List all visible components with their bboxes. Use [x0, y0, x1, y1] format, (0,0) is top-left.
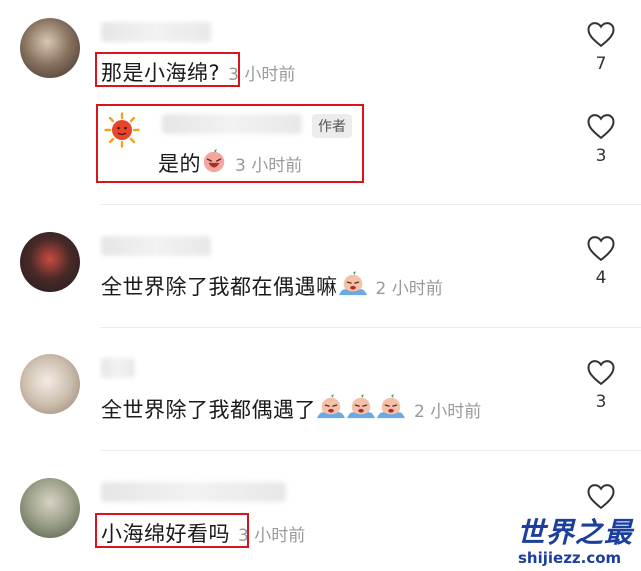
avatar[interactable] [20, 354, 80, 414]
heart-outline-icon [587, 22, 615, 48]
crying-emoji-icon [316, 394, 346, 424]
heart-outline-icon [587, 484, 615, 510]
username-blurred[interactable] [101, 236, 211, 256]
comment-time: 3 小时前 [235, 155, 303, 176]
sun-avatar[interactable] [104, 112, 140, 148]
comment-text: 全世界除了我都偶遇了 [101, 398, 316, 422]
like-count: 3 [595, 146, 607, 166]
username-blurred[interactable] [101, 482, 286, 502]
sun-icon [104, 112, 140, 148]
like-button[interactable]: 3 [582, 112, 620, 166]
highlight-box [95, 513, 249, 548]
like-button[interactable]: 7 [582, 20, 620, 74]
like-count: 3 [595, 392, 607, 412]
username-blurred[interactable] [101, 22, 211, 42]
avatar[interactable] [20, 232, 80, 292]
laughing-emoji-icon [201, 148, 227, 178]
crying-emoji-icon [346, 394, 376, 424]
comment-line: 是的 3 小时前 [158, 148, 302, 178]
divider [100, 450, 641, 451]
comment-text: 全世界除了我都在偶遇嘛 [101, 275, 338, 299]
heart-outline-icon [587, 114, 615, 140]
watermark-title: 世界之最 [517, 516, 634, 549]
avatar[interactable] [20, 18, 80, 78]
heart-outline-icon [587, 360, 615, 386]
comment-line: 全世界除了我都偶遇了 2 小时前 [101, 394, 481, 424]
crying-emoji-icon [338, 271, 368, 301]
avatar[interactable] [20, 478, 80, 538]
like-count: 7 [595, 54, 607, 74]
divider [100, 204, 641, 205]
like-button[interactable]: 3 [582, 358, 620, 412]
comment-time: 2 小时前 [414, 401, 482, 422]
like-count: 4 [595, 268, 607, 288]
author-badge: 作者 [312, 114, 352, 138]
watermark-url: shijiezz.com [518, 549, 622, 567]
like-button[interactable] [582, 482, 620, 510]
username-blurred[interactable] [101, 358, 135, 378]
highlight-box [95, 52, 240, 87]
comment-line: 全世界除了我都在偶遇嘛 2 小时前 [101, 271, 443, 301]
comment-text: 是的 [158, 152, 201, 176]
like-button[interactable]: 4 [582, 234, 620, 288]
username-blurred[interactable] [162, 114, 302, 134]
divider [100, 327, 641, 328]
crying-emoji-icon [376, 394, 406, 424]
heart-outline-icon [587, 236, 615, 262]
comment-time: 2 小时前 [375, 278, 443, 299]
